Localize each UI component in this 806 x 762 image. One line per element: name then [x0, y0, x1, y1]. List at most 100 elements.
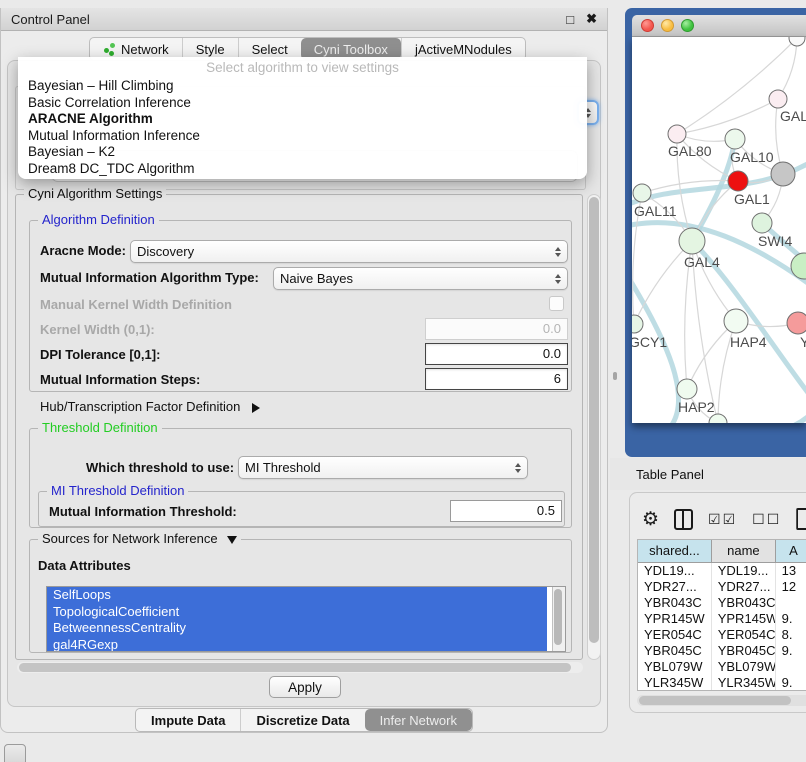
mi-algorithm-type-select[interactable]: Naive Bayes [273, 267, 568, 290]
node-label: HAP2 [678, 399, 715, 415]
node-gal80[interactable] [668, 125, 686, 143]
node-gal11[interactable] [633, 184, 651, 202]
data-attributes-label: Data Attributes [38, 558, 131, 573]
sources-legend[interactable]: Sources for Network Inference [38, 531, 241, 546]
which-threshold-label: Which threshold to use: [86, 460, 234, 475]
which-threshold-select[interactable]: MI Threshold [238, 456, 528, 479]
threshold-definition-group: Threshold Definition Which threshold to … [29, 428, 572, 528]
edge[interactable] [677, 99, 778, 134]
settings-horizontal-scrollbar[interactable] [17, 662, 583, 673]
tab-infer-network[interactable]: Infer Network [365, 709, 472, 731]
attribute-item[interactable]: TopologicalCoefficient [47, 604, 547, 621]
table-cell: YDR27... [712, 579, 776, 595]
table-row[interactable]: YPR145WYPR145W9. [638, 611, 806, 627]
edge[interactable] [718, 409, 806, 423]
table-cell: YBL079W [712, 659, 776, 675]
apply-button[interactable]: Apply [269, 676, 341, 698]
attribute-item[interactable]: SelfLoops [47, 587, 547, 604]
mi-steps-input[interactable]: 6 [425, 368, 568, 390]
mi-steps-label: Mutual Information Steps: [40, 372, 200, 387]
splitter-handle[interactable] [613, 372, 617, 380]
node-label: SWI4 [758, 233, 792, 249]
algorithm-option[interactable]: ARACNE Algorithm [18, 111, 587, 128]
attribute-item[interactable]: BetweennessCentrality [47, 620, 547, 637]
node-gal1[interactable] [728, 171, 748, 191]
gear-icon[interactable]: ⚙ [642, 510, 659, 529]
table-cell: YBR045C [712, 643, 776, 659]
node-unlabeled[interactable] [789, 37, 805, 46]
mi-threshold-input[interactable]: 0.5 [450, 500, 562, 522]
node-gal4[interactable] [679, 228, 705, 254]
node-gal[interactable] [769, 90, 787, 108]
close-icon[interactable]: ✖ [586, 11, 597, 27]
desktop: Control Panel □ ✖ NetworkStyleSelectCyni… [0, 0, 806, 762]
algorithm-definition-group: Algorithm Definition Aracne Mode: Discov… [29, 220, 572, 392]
control-panel-title: Control Panel [11, 12, 554, 27]
table-cell: YDL19... [712, 563, 776, 579]
algorithm-option[interactable]: Mutual Information Inference [18, 128, 587, 145]
table-row[interactable]: YDR27...YDR27...12 [638, 579, 806, 595]
column-header-shared[interactable]: shared... [638, 540, 712, 562]
split-columns-icon[interactable] [674, 509, 693, 530]
column-header-a[interactable]: A [776, 540, 806, 562]
dpi-tolerance-input[interactable]: 0.0 [425, 343, 568, 365]
table-horizontal-scrollbar[interactable] [637, 695, 806, 706]
manual-kernel-width-checkbox[interactable] [549, 296, 564, 311]
node-gal10[interactable] [725, 129, 745, 149]
node-attribute-table: shared...nameA YDL19...YDL19...13YDR27..… [637, 539, 806, 691]
tab-discretize-data[interactable]: Discretize Data [240, 709, 364, 731]
settings-vertical-scrollbar[interactable] [587, 194, 601, 660]
docked-panel-icon[interactable] [4, 744, 26, 762]
deselect-all-icon[interactable]: ☐☐ [752, 511, 781, 528]
select-all-icon[interactable]: ☑☑ [708, 511, 737, 528]
algorithm-option[interactable]: Basic Correlation Inference [18, 95, 587, 112]
mi-threshold-definition-legend: MI Threshold Definition [47, 483, 188, 498]
table-cell: YPR145W [638, 611, 712, 627]
node-label: GAL10 [730, 149, 774, 165]
bottom-tabs-wrap: Impute DataDiscretize DataInfer Network [1, 708, 607, 732]
zoom-traffic-button[interactable] [681, 19, 694, 32]
algorithm-option[interactable]: Dream8 DC_TDC Algorithm [18, 161, 587, 178]
aracne-mode-select[interactable]: Discovery [130, 240, 568, 263]
table-row[interactable]: YBR043CYBR043C [638, 595, 806, 611]
node-gcy1[interactable] [632, 315, 643, 333]
edge[interactable] [687, 321, 736, 389]
expanded-arrow-icon [227, 536, 237, 544]
attributes-scrollbar[interactable] [552, 587, 565, 651]
cyni-settings-area: Cyni Algorithm Settings Algorithm Defini… [9, 192, 601, 674]
close-traffic-button[interactable] [641, 19, 654, 32]
node-unlabeled[interactable] [771, 162, 795, 186]
table-toolbar: ⚙ ☑☑ ☐☐ [642, 503, 806, 535]
table-row[interactable]: YDL19...YDL19...13 [638, 563, 806, 579]
network-window-titlebar[interactable] [632, 15, 806, 37]
collapsed-arrow-icon [252, 403, 260, 413]
page-icon[interactable] [796, 508, 806, 530]
node-swi4[interactable] [752, 213, 772, 233]
edge[interactable] [677, 38, 797, 134]
dropdown-placeholder: Select algorithm to view settings [18, 57, 587, 78]
table-row[interactable]: YLR345WYLR345W9. [638, 675, 806, 691]
minimize-traffic-button[interactable] [661, 19, 674, 32]
data-attributes-list[interactable]: SelfLoopsTopologicalCoefficientBetweenne… [46, 586, 566, 652]
table-row[interactable]: YER054CYER054C8. [638, 627, 806, 643]
node-label: GAL4 [684, 254, 720, 270]
algorithm-option[interactable]: Bayesian – K2 [18, 144, 587, 161]
table-cell: 13 [776, 563, 806, 579]
table-cell: YDL19... [638, 563, 712, 579]
node-hap4[interactable] [724, 309, 748, 333]
algorithm-options-list: Bayesian – Hill ClimbingBasic Correlatio… [18, 78, 587, 177]
tab-impute-data[interactable]: Impute Data [136, 709, 240, 731]
table-row[interactable]: YBL079WYBL079W [638, 659, 806, 675]
node-y[interactable] [787, 312, 806, 334]
node-hap2[interactable] [677, 379, 697, 399]
table-row[interactable]: YBR045CYBR045C9. [638, 643, 806, 659]
attribute-item[interactable]: gal4RGexp [47, 637, 547, 653]
hub-definition-toggle[interactable]: Hub/Transcription Factor Definition [40, 399, 260, 414]
mi-threshold-definition-group: MI Threshold Definition Mutual Informati… [38, 491, 565, 527]
stepper-icon [555, 274, 561, 284]
column-header-name[interactable]: name [712, 540, 776, 562]
network-canvas[interactable]: GALGAL80GAL10GAL1GAL11SWI4GAL4HAP4YGCY1H… [632, 37, 806, 423]
float-icon[interactable]: □ [566, 12, 574, 27]
algorithm-option[interactable]: Bayesian – Hill Climbing [18, 78, 587, 95]
node-unlabeled[interactable] [709, 414, 727, 423]
